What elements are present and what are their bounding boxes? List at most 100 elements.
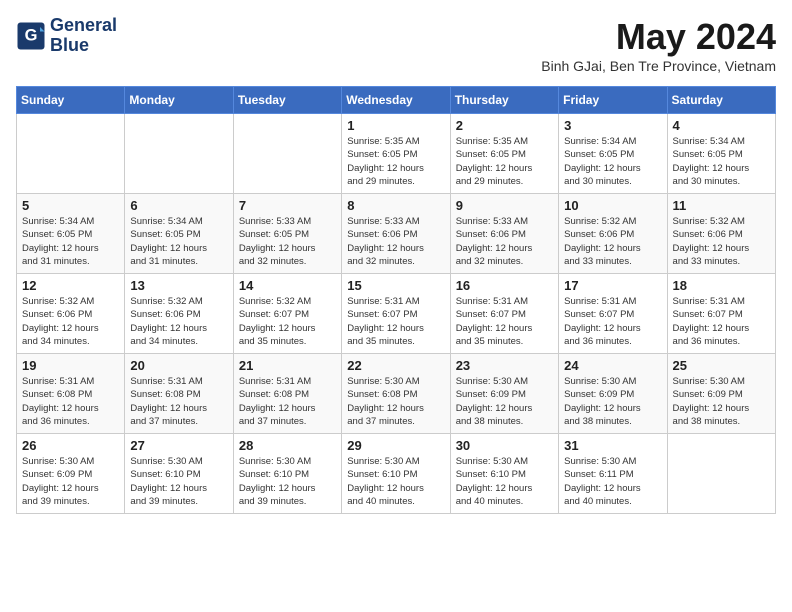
cell-info: Sunrise: 5:30 AM Sunset: 6:10 PM Dayligh… [347,455,444,508]
day-number: 14 [239,278,336,293]
cell-info: Sunrise: 5:30 AM Sunset: 6:09 PM Dayligh… [673,375,770,428]
cell-info: Sunrise: 5:30 AM Sunset: 6:10 PM Dayligh… [130,455,227,508]
cell-info: Sunrise: 5:30 AM Sunset: 6:10 PM Dayligh… [456,455,553,508]
header-saturday: Saturday [667,87,775,114]
day-number: 9 [456,198,553,213]
svg-text:G: G [25,26,38,44]
location-subtitle: Binh GJai, Ben Tre Province, Vietnam [541,58,776,74]
calendar-cell: 3 Sunrise: 5:34 AM Sunset: 6:05 PM Daylig… [559,114,667,194]
day-number: 21 [239,358,336,373]
calendar-cell: 2 Sunrise: 5:35 AM Sunset: 6:05 PM Daylig… [450,114,558,194]
cell-info: Sunrise: 5:31 AM Sunset: 6:08 PM Dayligh… [130,375,227,428]
day-number: 19 [22,358,119,373]
header-tuesday: Tuesday [233,87,341,114]
cell-info: Sunrise: 5:30 AM Sunset: 6:09 PM Dayligh… [456,375,553,428]
logo-icon: G [16,21,46,51]
cell-info: Sunrise: 5:35 AM Sunset: 6:05 PM Dayligh… [347,135,444,188]
day-number: 5 [22,198,119,213]
cell-info: Sunrise: 5:30 AM Sunset: 6:09 PM Dayligh… [564,375,661,428]
header-wednesday: Wednesday [342,87,450,114]
calendar-cell: 26 Sunrise: 5:30 AM Sunset: 6:09 PM Dayli… [17,434,125,514]
day-number: 7 [239,198,336,213]
day-number: 16 [456,278,553,293]
header-sunday: Sunday [17,87,125,114]
calendar-cell: 16Sunrise: 5:31 AM Sunset: 6:07 PM Dayli… [450,274,558,354]
logo: G General Blue [16,16,117,56]
day-number: 3 [564,118,661,133]
cell-info: Sunrise: 5:34 AM Sunset: 6:05 PM Dayligh… [22,215,119,268]
day-number: 10 [564,198,661,213]
cell-info: Sunrise: 5:30 AM Sunset: 6:11 PM Dayligh… [564,455,661,508]
title-block: May 2024 Binh GJai, Ben Tre Province, Vi… [541,16,776,74]
cell-info: Sunrise: 5:31 AM Sunset: 6:07 PM Dayligh… [347,295,444,348]
day-number: 8 [347,198,444,213]
day-number: 11 [673,198,770,213]
cell-info: Sunrise: 5:30 AM Sunset: 6:09 PM Dayligh… [22,455,119,508]
calendar-week-3: 12 Sunrise: 5:32 AM Sunset: 6:06 PM Dayli… [17,274,776,354]
calendar-cell: 28 Sunrise: 5:30 AM Sunset: 6:10 PM Dayli… [233,434,341,514]
cell-info: Sunrise: 5:30 AM Sunset: 6:10 PM Dayligh… [239,455,336,508]
cell-info: Sunrise: 5:32 AM Sunset: 6:07 PM Dayligh… [239,295,336,348]
day-number: 31 [564,438,661,453]
cell-info: Sunrise: 5:31 AM Sunset: 6:08 PM Dayligh… [239,375,336,428]
day-number: 4 [673,118,770,133]
calendar-cell: 24 Sunrise: 5:30 AM Sunset: 6:09 PM Dayli… [559,354,667,434]
calendar-cell: 4 Sunrise: 5:34 AM Sunset: 6:05 PM Daylig… [667,114,775,194]
calendar-cell: 30 Sunrise: 5:30 AM Sunset: 6:10 PM Dayli… [450,434,558,514]
cell-info: Sunrise: 5:32 AM Sunset: 6:06 PM Dayligh… [673,215,770,268]
day-number: 24 [564,358,661,373]
day-number: 25 [673,358,770,373]
day-number: 30 [456,438,553,453]
calendar-cell: 22 Sunrise: 5:30 AM Sunset: 6:08 PM Dayli… [342,354,450,434]
cell-info: Sunrise: 5:32 AM Sunset: 6:06 PM Dayligh… [564,215,661,268]
calendar-week-1: 1 Sunrise: 5:35 AM Sunset: 6:05 PM Daylig… [17,114,776,194]
calendar-cell [125,114,233,194]
calendar-cell: 20Sunrise: 5:31 AM Sunset: 6:08 PM Dayli… [125,354,233,434]
calendar-cell: 10 Sunrise: 5:32 AM Sunset: 6:06 PM Dayli… [559,194,667,274]
calendar-week-2: 5 Sunrise: 5:34 AM Sunset: 6:05 PM Daylig… [17,194,776,274]
day-number: 23 [456,358,553,373]
cell-info: Sunrise: 5:34 AM Sunset: 6:05 PM Dayligh… [673,135,770,188]
day-number: 28 [239,438,336,453]
calendar-week-5: 26 Sunrise: 5:30 AM Sunset: 6:09 PM Dayli… [17,434,776,514]
page-header: G General Blue May 2024 Binh GJai, Ben T… [16,16,776,74]
cell-info: Sunrise: 5:30 AM Sunset: 6:08 PM Dayligh… [347,375,444,428]
day-number: 27 [130,438,227,453]
calendar-cell: 14 Sunrise: 5:32 AM Sunset: 6:07 PM Dayli… [233,274,341,354]
day-number: 12 [22,278,119,293]
calendar-cell: 23 Sunrise: 5:30 AM Sunset: 6:09 PM Dayli… [450,354,558,434]
day-number: 29 [347,438,444,453]
day-number: 17 [564,278,661,293]
calendar-cell: 7Sunrise: 5:33 AM Sunset: 6:05 PM Daylig… [233,194,341,274]
day-number: 2 [456,118,553,133]
calendar-header-row: SundayMondayTuesdayWednesdayThursdayFrid… [17,87,776,114]
calendar-cell: 6 Sunrise: 5:34 AM Sunset: 6:05 PM Daylig… [125,194,233,274]
cell-info: Sunrise: 5:31 AM Sunset: 6:07 PM Dayligh… [673,295,770,348]
logo-text: General Blue [50,16,117,56]
calendar-cell [17,114,125,194]
day-number: 22 [347,358,444,373]
calendar-table: SundayMondayTuesdayWednesdayThursdayFrid… [16,86,776,514]
header-monday: Monday [125,87,233,114]
calendar-cell: 17 Sunrise: 5:31 AM Sunset: 6:07 PM Dayli… [559,274,667,354]
cell-info: Sunrise: 5:31 AM Sunset: 6:07 PM Dayligh… [564,295,661,348]
calendar-cell [667,434,775,514]
cell-info: Sunrise: 5:33 AM Sunset: 6:06 PM Dayligh… [456,215,553,268]
calendar-cell: 18 Sunrise: 5:31 AM Sunset: 6:07 PM Dayli… [667,274,775,354]
cell-info: Sunrise: 5:32 AM Sunset: 6:06 PM Dayligh… [130,295,227,348]
calendar-cell: 12 Sunrise: 5:32 AM Sunset: 6:06 PM Dayli… [17,274,125,354]
day-number: 1 [347,118,444,133]
cell-info: Sunrise: 5:34 AM Sunset: 6:05 PM Dayligh… [564,135,661,188]
calendar-cell: 1 Sunrise: 5:35 AM Sunset: 6:05 PM Daylig… [342,114,450,194]
cell-info: Sunrise: 5:32 AM Sunset: 6:06 PM Dayligh… [22,295,119,348]
month-year-title: May 2024 [541,16,776,58]
cell-info: Sunrise: 5:33 AM Sunset: 6:06 PM Dayligh… [347,215,444,268]
cell-info: Sunrise: 5:35 AM Sunset: 6:05 PM Dayligh… [456,135,553,188]
day-number: 18 [673,278,770,293]
day-number: 6 [130,198,227,213]
calendar-cell: 8 Sunrise: 5:33 AM Sunset: 6:06 PM Daylig… [342,194,450,274]
day-number: 26 [22,438,119,453]
day-number: 15 [347,278,444,293]
cell-info: Sunrise: 5:34 AM Sunset: 6:05 PM Dayligh… [130,215,227,268]
calendar-cell [233,114,341,194]
